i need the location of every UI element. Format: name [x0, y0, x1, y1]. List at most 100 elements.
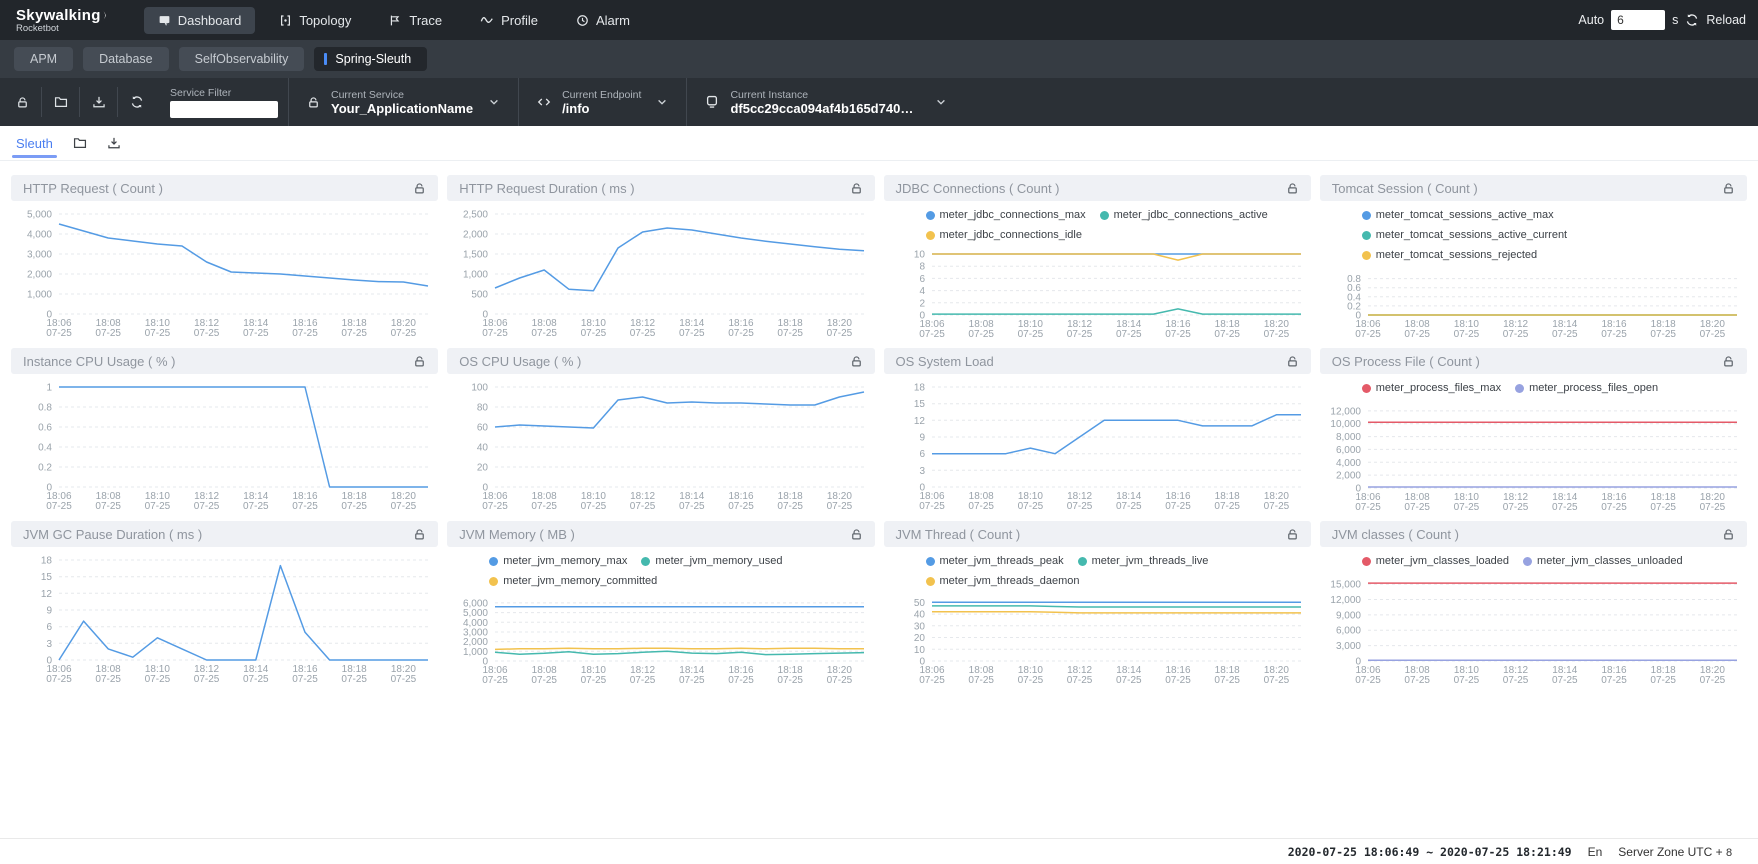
svg-text:10: 10 [913, 250, 925, 261]
svg-text:07-25: 07-25 [1116, 675, 1142, 685]
legend-item[interactable]: meter_jdbc_connections_active [1100, 206, 1268, 225]
svg-text:07-25: 07-25 [292, 328, 318, 338]
svg-text:9: 9 [919, 433, 925, 444]
lock-icon[interactable] [1722, 355, 1735, 368]
legend-item[interactable]: meter_jvm_classes_unloaded [1523, 552, 1683, 571]
legend-item[interactable]: meter_jvm_memory_used [641, 552, 782, 571]
chart-legend: meter_tomcat_sessions_active_maxmeter_to… [1322, 206, 1745, 265]
menu-item-profile[interactable]: Profile [466, 7, 552, 34]
svg-text:07-25: 07-25 [1552, 675, 1578, 685]
current-instance-selector[interactable]: Current Instance df5cc29cca094af4b165d74… [686, 78, 965, 126]
svg-text:07-25: 07-25 [1699, 502, 1725, 512]
legend-item[interactable]: meter_jvm_classes_loaded [1362, 552, 1509, 571]
lock-icon[interactable] [413, 355, 426, 368]
chart-body: 02040608010018:0607-2518:0807-2518:1007-… [447, 374, 874, 508]
download-icon[interactable] [107, 136, 121, 150]
lock-icon[interactable] [1286, 182, 1299, 195]
legend-item[interactable]: meter_jdbc_connections_idle [926, 226, 1082, 245]
lock-templates-icon[interactable] [4, 87, 42, 117]
svg-text:40: 40 [913, 610, 925, 621]
legend-item[interactable]: meter_jvm_threads_live [1078, 552, 1209, 571]
legend-item[interactable]: meter_process_files_open [1515, 379, 1658, 398]
lock-icon[interactable] [1286, 355, 1299, 368]
svg-text:3: 3 [46, 639, 52, 650]
legend-dot [641, 557, 650, 566]
tab-sleuth[interactable]: Sleuth [16, 126, 53, 161]
menu-item-trace[interactable]: Trace [375, 7, 456, 34]
selector-value: /info [562, 101, 641, 116]
legend-label: meter_tomcat_sessions_rejected [1376, 246, 1537, 265]
menu-item-topology[interactable]: Topology [265, 7, 365, 34]
download-icon[interactable] [80, 87, 118, 117]
chart-plot: 036912151818:0607-2518:0807-2518:1007-25… [13, 552, 436, 689]
menu-item-alarm[interactable]: Alarm [562, 7, 644, 34]
svg-text:07-25: 07-25 [630, 501, 656, 511]
chart-panel: Instance CPU Usage ( % )00.20.40.60.8118… [11, 348, 438, 508]
legend-item[interactable]: meter_tomcat_sessions_rejected [1362, 246, 1537, 265]
code-icon [537, 95, 551, 109]
app-logo[interactable]: Skywalking Rocketbot [16, 7, 110, 34]
svg-text:07-25: 07-25 [1263, 675, 1289, 685]
svg-text:07-25: 07-25 [95, 328, 121, 338]
folder-icon[interactable] [73, 136, 87, 150]
current-endpoint-selector[interactable]: Current Endpoint /info [518, 78, 686, 126]
reload-icon[interactable] [1685, 13, 1699, 27]
svg-text:07-25: 07-25 [778, 675, 804, 685]
chart-legend: meter_jvm_memory_max meter_jvm_memory_use… [449, 552, 872, 591]
svg-text:8,000: 8,000 [1336, 432, 1361, 443]
refresh-icon[interactable] [118, 87, 156, 117]
svg-text:07-25: 07-25 [1017, 501, 1043, 511]
page-pill-database[interactable]: Database [83, 47, 169, 71]
time-range-picker[interactable]: 2020-07-25 18:06:49 ~ 2020-07-25 18:21:4… [1288, 845, 1572, 859]
svg-text:07-25: 07-25 [1601, 502, 1627, 512]
legend-label: meter_jdbc_connections_idle [940, 226, 1082, 245]
legend-item[interactable]: meter_jvm_threads_peak [926, 552, 1064, 571]
legend-item[interactable]: meter_jvm_memory_committed [489, 572, 657, 591]
lock-icon[interactable] [1722, 182, 1735, 195]
svg-text:0.2: 0.2 [38, 463, 52, 474]
selector-value: Your_ApplicationName [331, 101, 473, 116]
page-pill-spring-sleuth[interactable]: Spring-Sleuth [314, 47, 427, 71]
zone-value-input[interactable]: 8 [1726, 847, 1740, 859]
legend-dot [926, 557, 935, 566]
service-filter-input[interactable] [170, 101, 278, 118]
svg-text:07-25: 07-25 [919, 675, 945, 685]
page-pill-selfobservability[interactable]: SelfObservability [179, 47, 305, 71]
folder-icon[interactable] [42, 87, 80, 117]
svg-text:60: 60 [477, 423, 489, 434]
svg-text:07-25: 07-25 [194, 328, 220, 338]
svg-text:07-25: 07-25 [194, 501, 220, 511]
svg-text:20: 20 [913, 633, 925, 644]
legend-item[interactable]: meter_process_files_max [1362, 379, 1501, 398]
lock-icon[interactable] [1722, 528, 1735, 541]
lock-icon[interactable] [413, 182, 426, 195]
svg-text:07-25: 07-25 [1263, 501, 1289, 511]
reload-label[interactable]: Reload [1706, 13, 1746, 27]
language-toggle[interactable]: En [1588, 845, 1603, 859]
legend-item[interactable]: meter_jvm_threads_daemon [926, 572, 1080, 591]
lock-icon[interactable] [850, 528, 863, 541]
legend-item[interactable]: meter_jdbc_connections_max [926, 206, 1086, 225]
menu-item-dashboard[interactable]: Dashboard [144, 7, 256, 34]
svg-text:5,000: 5,000 [463, 608, 488, 619]
svg-text:3: 3 [919, 466, 925, 477]
chart-plot: 02040608010018:0607-2518:0807-2518:1007-… [449, 379, 872, 516]
chart-body: 01,0002,0003,0004,0005,00018:0607-2518:0… [11, 201, 438, 335]
legend-item[interactable]: meter_tomcat_sessions_active_max [1362, 206, 1554, 225]
svg-text:07-25: 07-25 [1263, 329, 1289, 339]
lock-icon[interactable] [1286, 528, 1299, 541]
lock-icon[interactable] [850, 182, 863, 195]
chart-plot: 0102030405018:0607-2518:0807-2518:1007-2… [886, 592, 1309, 690]
lock-icon[interactable] [850, 355, 863, 368]
lock-icon[interactable] [413, 528, 426, 541]
svg-text:100: 100 [472, 383, 489, 394]
legend-item[interactable]: meter_jvm_memory_max [489, 552, 627, 571]
page-pill-apm[interactable]: APM [14, 47, 73, 71]
auto-interval-input[interactable] [1611, 10, 1665, 30]
svg-text:15: 15 [913, 399, 925, 410]
current-service-selector[interactable]: Current Service Your_ApplicationName [288, 78, 518, 126]
svg-text:07-25: 07-25 [1017, 675, 1043, 685]
svg-text:07-25: 07-25 [1116, 329, 1142, 339]
chart-header: OS Process File ( Count ) [1320, 348, 1747, 374]
legend-item[interactable]: meter_tomcat_sessions_active_current [1362, 226, 1567, 245]
